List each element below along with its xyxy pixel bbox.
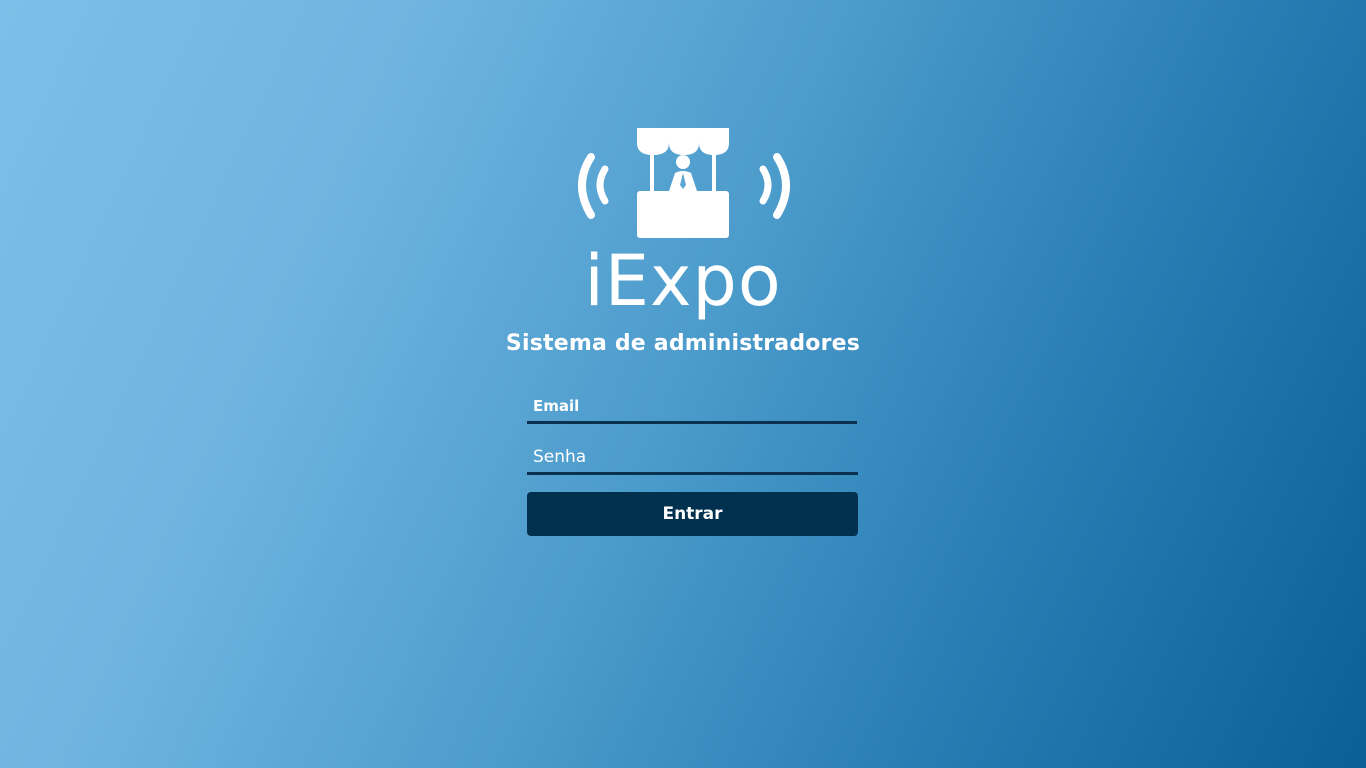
app-title: iExpo (584, 240, 782, 322)
password-field-wrapper (527, 441, 858, 475)
page-subtitle: Sistema de administradores (505, 331, 861, 356)
email-field[interactable] (527, 390, 857, 421)
iexpo-logo-icon (578, 128, 790, 238)
email-field-wrapper (527, 390, 857, 424)
password-field[interactable] (527, 441, 858, 472)
login-button[interactable]: Entrar (527, 492, 858, 536)
